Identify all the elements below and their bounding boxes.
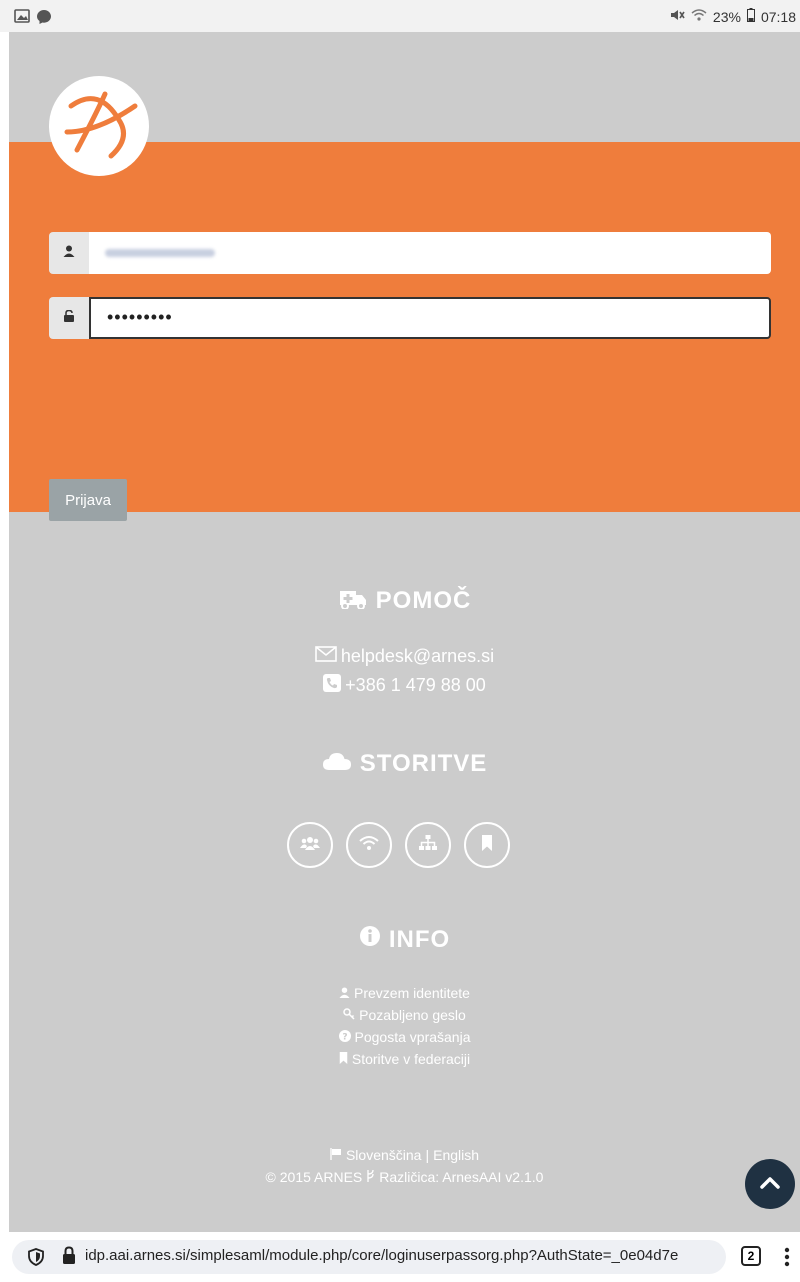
password-input[interactable]: ••••••••• xyxy=(89,297,771,339)
login-button[interactable]: Prijava xyxy=(49,479,127,521)
status-bar: 23% 07:18 xyxy=(0,0,800,32)
language-english-link[interactable]: English xyxy=(433,1147,479,1163)
messenger-icon xyxy=(36,9,52,30)
username-input[interactable] xyxy=(89,232,771,274)
password-value: ••••••••• xyxy=(107,307,173,327)
password-addon xyxy=(49,297,89,339)
envelope-icon xyxy=(315,646,337,667)
page: ••••••••• Prijava POMOČ helpdesk@arnes.s… xyxy=(9,32,800,1232)
wifi-icon xyxy=(691,8,707,25)
unlock-icon xyxy=(63,309,75,327)
tab-count: 2 xyxy=(747,1249,755,1263)
phone-icon xyxy=(323,674,342,697)
version-text: Različica: ArnesAAI v2.1.0 xyxy=(379,1169,544,1185)
status-bar-right: 23% 07:18 xyxy=(669,8,796,25)
question-icon: ? xyxy=(338,1029,351,1045)
services-heading: STORITVE xyxy=(9,750,800,778)
info-link-identity[interactable]: Prevzem identitete xyxy=(9,985,800,1001)
gallery-icon xyxy=(14,9,30,30)
username-addon xyxy=(49,232,89,274)
service-group-button[interactable] xyxy=(287,822,333,868)
help-title: POMOČ xyxy=(375,586,472,614)
svg-text:?: ? xyxy=(342,1033,347,1043)
wifi-icon xyxy=(359,835,379,856)
info-link-label: Prevzem identitete xyxy=(354,985,470,1001)
user-icon xyxy=(339,985,350,1001)
more-menu-icon[interactable] xyxy=(784,1247,790,1272)
language-separator: | xyxy=(425,1147,430,1163)
clock: 07:18 xyxy=(760,8,796,25)
lock-icon xyxy=(62,1246,76,1269)
info-link-forgot-password[interactable]: Pozabljeno geslo xyxy=(9,1007,800,1023)
battery-icon xyxy=(746,8,755,25)
user-icon xyxy=(63,244,75,262)
info-title: INFO xyxy=(388,925,451,953)
url-text: idp.aai.arnes.si/simplesaml/module.php/c… xyxy=(85,1247,679,1264)
service-network-button[interactable] xyxy=(405,822,451,868)
help-email-link[interactable]: helpdesk@arnes.si xyxy=(341,646,494,667)
password-field: ••••••••• xyxy=(49,297,771,339)
info-heading: INFO xyxy=(9,925,800,954)
group-icon xyxy=(300,835,320,856)
info-circle-icon xyxy=(359,925,381,954)
help-email-row: helpdesk@arnes.si xyxy=(9,646,800,667)
info-link-faq[interactable]: ? Pogosta vprašanja xyxy=(9,1029,800,1045)
scroll-to-top-button[interactable] xyxy=(745,1159,795,1209)
browser-address-bar: idp.aai.arnes.si/simplesaml/module.php/c… xyxy=(0,1232,800,1282)
info-link-label: Pogosta vprašanja xyxy=(354,1029,471,1045)
copyright-text: © 2015 ARNES xyxy=(265,1169,363,1185)
username-value-blurred xyxy=(105,249,215,257)
bookmark-icon xyxy=(481,834,493,856)
help-heading: POMOČ xyxy=(9,585,800,616)
service-wifi-button[interactable] xyxy=(346,822,392,868)
info-link-label: Storitve v federaciji xyxy=(351,1051,471,1067)
ambulance-icon xyxy=(338,585,368,616)
chevron-up-icon xyxy=(760,1175,780,1194)
language-row: Slovenščina | English xyxy=(9,1147,800,1163)
shield-icon[interactable] xyxy=(28,1248,44,1271)
tab-switcher-button[interactable]: 2 xyxy=(741,1246,761,1266)
language-current[interactable]: Slovenščina xyxy=(346,1147,422,1163)
mute-icon xyxy=(669,8,685,25)
service-bookmark-button[interactable] xyxy=(464,822,510,868)
login-panel: ••••••••• Prijava xyxy=(9,142,800,521)
copyright-row: © 2015 ARNES Različica: ArnesAAI v2.1.0 xyxy=(9,1169,800,1185)
arnes-logo xyxy=(49,76,149,176)
network-icon xyxy=(419,834,437,856)
branch-icon xyxy=(366,1169,375,1185)
battery-percent: 23% xyxy=(712,8,741,25)
help-phone-row: +386 1 479 88 00 xyxy=(9,674,800,697)
status-bar-left xyxy=(14,9,52,30)
help-phone-link[interactable]: +386 1 479 88 00 xyxy=(345,675,486,696)
services-title: STORITVE xyxy=(359,750,488,777)
info-link-label: Pozabljeno geslo xyxy=(359,1007,466,1023)
key-icon xyxy=(343,1007,355,1023)
cloud-icon xyxy=(322,750,352,778)
username-field xyxy=(49,232,771,274)
info-link-federation[interactable]: Storitve v federaciji xyxy=(9,1051,800,1067)
bookmark-icon xyxy=(339,1051,348,1067)
services-icons xyxy=(287,822,510,868)
flag-icon xyxy=(330,1147,342,1163)
